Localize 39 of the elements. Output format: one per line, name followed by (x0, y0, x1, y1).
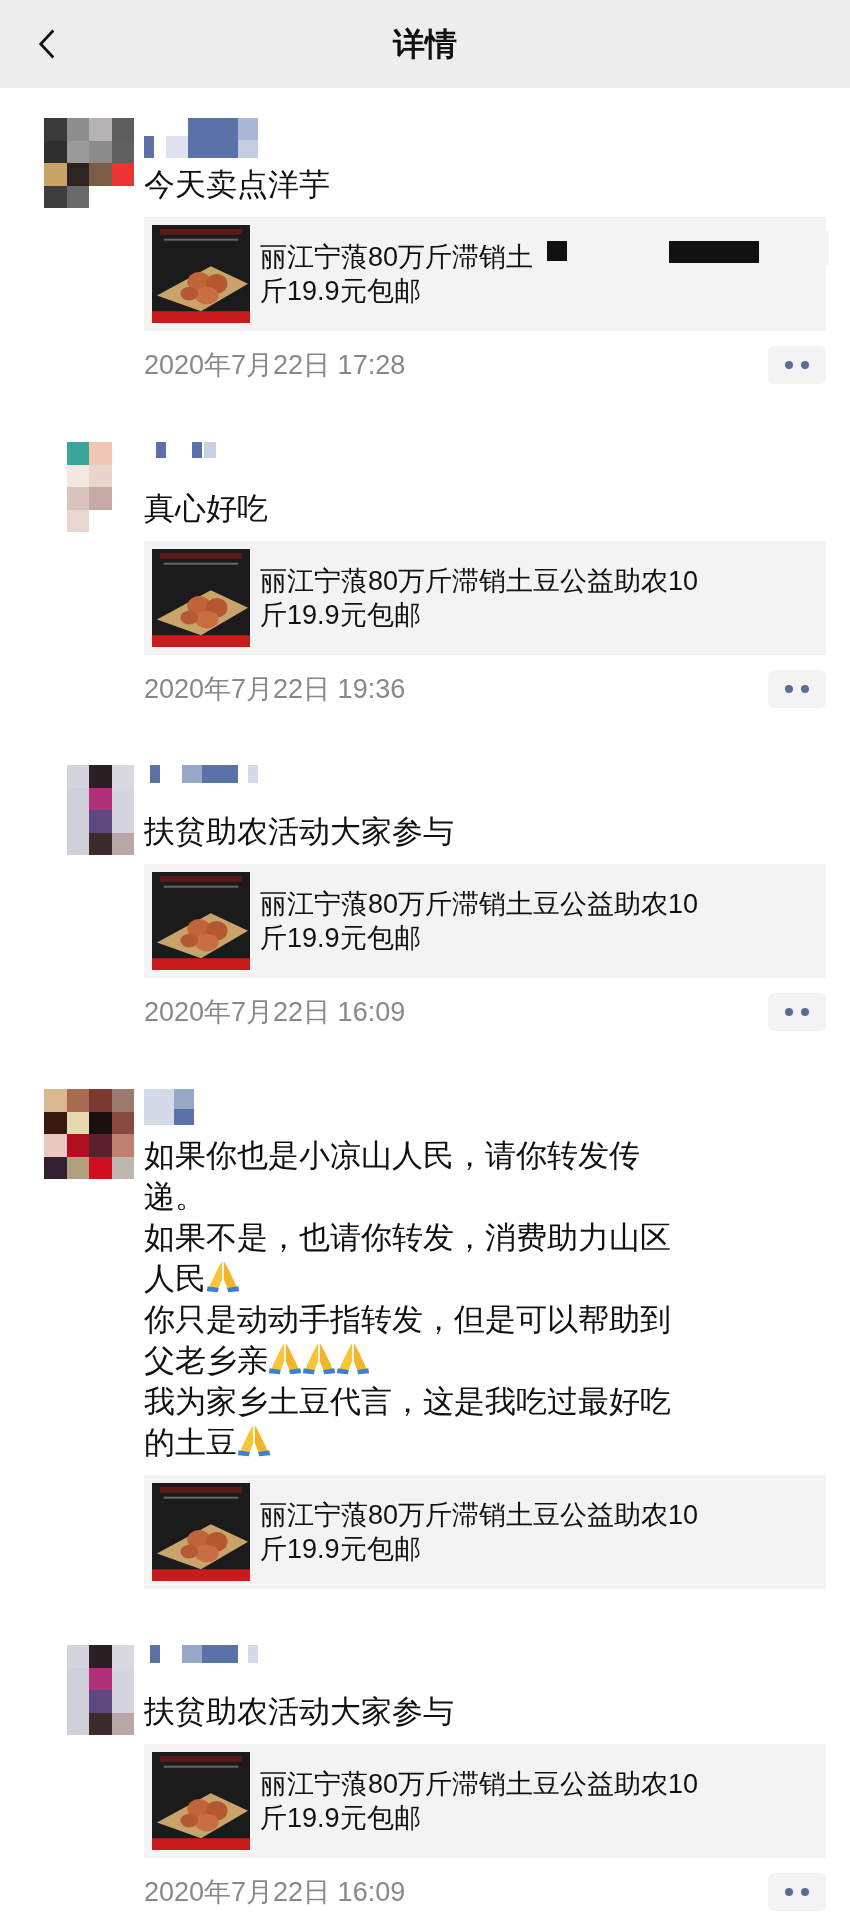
post-date: 2020年7月22日 17:28 (144, 349, 406, 382)
more-button[interactable] (768, 1872, 826, 1911)
blurred-name-drawing (156, 441, 216, 458)
more-dots-icon (785, 361, 809, 370)
link-title: 丽江宁蒗80万斤滞销土豆公益助农10 (260, 564, 699, 598)
link-card[interactable]: 丽江宁蒗80万斤滞销土豆公益助农10 斤19.9元包邮 (144, 540, 826, 655)
page-title: 详情 (393, 25, 457, 64)
more-dots-icon (785, 1008, 809, 1017)
post-text: 扶贫助农活动大家参与 (144, 1692, 455, 1731)
blurred-name-drawing (144, 1088, 194, 1125)
link-card[interactable]: 丽江宁蒗80万斤滞销土 斤19.9元包邮 (144, 217, 826, 331)
link-title: 斤19.9元包邮 (260, 922, 422, 955)
post-date: 2020年7月22日 16:09 (144, 996, 406, 1029)
post-text: 真心好吃 (144, 489, 269, 528)
post-text: 今天卖点洋芋 (144, 166, 331, 204)
more-dots-icon (785, 1887, 809, 1896)
link-title: 丽江宁蒗80万斤滞销土豆公益助农10 (260, 1767, 699, 1801)
link-title: 丽江宁蒗80万斤滞销土 (260, 241, 534, 274)
link-card[interactable]: 丽江宁蒗80万斤滞销土豆公益助农10 斤19.9元包邮 (144, 1474, 826, 1589)
more-button[interactable] (768, 346, 826, 385)
post-text: 如果不是，也请你转发，消费助力山区人民 (144, 1218, 672, 1298)
post-date: 2020年7月22日 19:36 (144, 672, 406, 706)
link-title: 斤19.9元包邮 (260, 1532, 422, 1566)
more-button[interactable] (768, 669, 826, 708)
link-title: 斤19.9元包邮 (260, 598, 422, 632)
post-text: 我为家乡土豆代言，这是我吃过最好吃的土豆 (144, 1382, 672, 1462)
post-text: 如果你也是小凉山人民，请你转发传递。 (144, 1136, 641, 1216)
link-title: 斤19.9元包邮 (260, 1801, 422, 1835)
post-text: 你只是动动手指转发，但是可以帮助到父老乡亲 (144, 1300, 672, 1380)
post-date: 2020年7月22日 16:09 (144, 1875, 406, 1909)
more-dots-icon (785, 684, 809, 693)
link-title: 斤19.9元包邮 (260, 275, 422, 308)
post-text: 扶贫助农活动大家参与 (144, 813, 455, 851)
link-card[interactable]: 丽江宁蒗80万斤滞销土豆公益助农10 斤19.9元包邮 (144, 864, 826, 978)
link-title: 丽江宁蒗80万斤滞销土豆公益助农10 (260, 888, 699, 921)
back-icon[interactable] (38, 28, 56, 60)
link-card[interactable]: 丽江宁蒗80万斤滞销土豆公益助农10 斤19.9元包邮 (144, 1743, 826, 1858)
link-title: 丽江宁蒗80万斤滞销土豆公益助农10 (260, 1498, 699, 1532)
more-button[interactable] (768, 993, 826, 1032)
